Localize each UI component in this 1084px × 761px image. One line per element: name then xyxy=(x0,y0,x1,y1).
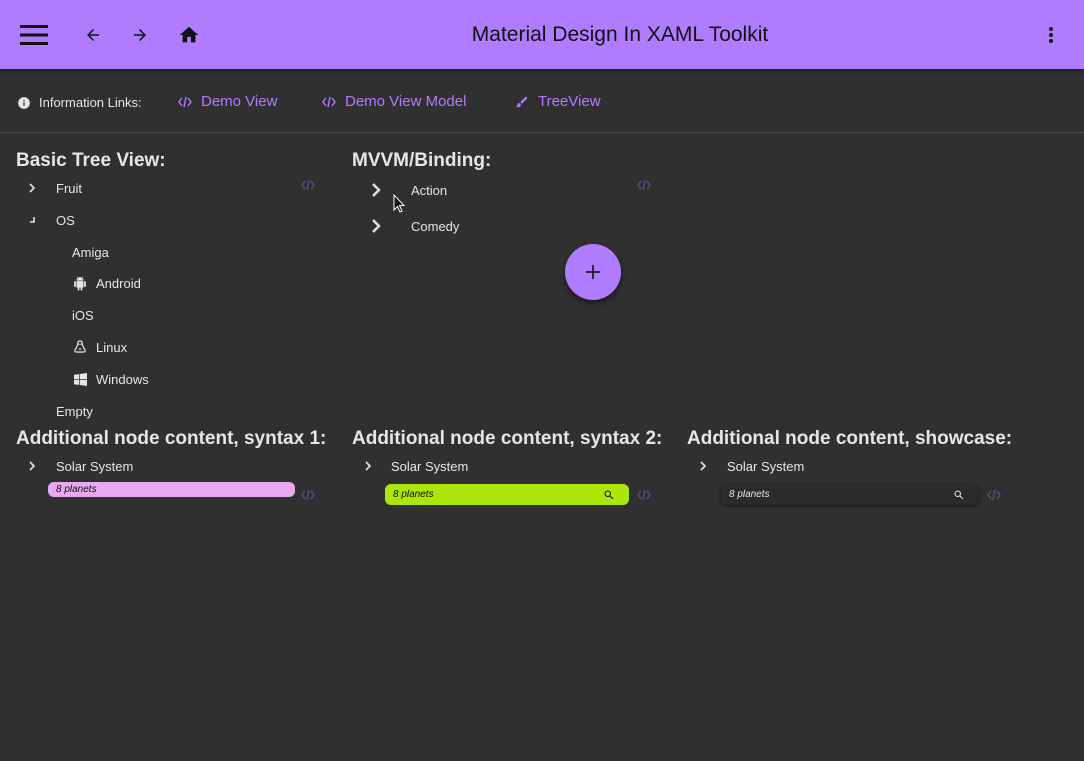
tree-item-windows-label: Windows xyxy=(96,371,149,387)
syntax1-title: Additional node content, syntax 1: xyxy=(16,428,327,449)
windows-icon xyxy=(72,371,88,387)
code-icon[interactable] xyxy=(636,489,652,501)
arrow-back-icon[interactable] xyxy=(80,0,106,69)
syntax1-solar-system[interactable]: Solar System xyxy=(56,456,133,476)
showcase-expand-icon[interactable] xyxy=(695,458,711,474)
code-icon xyxy=(322,96,336,107)
brush-icon xyxy=(516,96,528,107)
tree-item-os[interactable]: OS xyxy=(56,210,75,230)
showcase-solar-system[interactable]: Solar System xyxy=(727,456,804,476)
information-links-bar: Information Links: Demo View Demo View M… xyxy=(0,69,1084,133)
code-icon[interactable] xyxy=(986,489,1002,501)
showcase-title: Additional node content, showcase: xyxy=(687,428,1013,449)
search-icon[interactable] xyxy=(953,489,965,501)
tree-item-amiga[interactable]: Amiga xyxy=(72,242,109,262)
menu-icon[interactable] xyxy=(14,0,54,69)
syntax1-expand-icon[interactable] xyxy=(24,458,40,474)
os-collapse-icon[interactable] xyxy=(24,212,40,228)
syntax2-planets-pill: 8 planets xyxy=(385,484,629,505)
syntax2-planets-label: 8 planets xyxy=(393,489,434,500)
treeview-link-label: TreeView xyxy=(538,93,601,110)
tree-item-os-label: OS xyxy=(56,212,75,228)
tree-item-windows[interactable]: Windows xyxy=(72,369,149,389)
more-vert-icon[interactable] xyxy=(1038,0,1064,69)
action-expand-icon[interactable] xyxy=(368,182,384,198)
tree-item-linux-label: Linux xyxy=(96,339,128,355)
tree-item-linux[interactable]: Linux xyxy=(72,337,127,357)
syntax1-planets-pill: 8 planets xyxy=(48,482,295,497)
mouse-cursor-icon xyxy=(393,194,405,213)
syntax1-solar-system-label: Solar System xyxy=(56,458,134,474)
tree-item-comedy[interactable]: Comedy xyxy=(411,216,459,236)
information-label: Information Links: xyxy=(17,95,142,110)
home-icon[interactable] xyxy=(175,0,203,69)
syntax2-expand-icon[interactable] xyxy=(360,458,376,474)
search-icon[interactable] xyxy=(603,489,615,501)
syntax2-solar-system-label: Solar System xyxy=(391,458,469,474)
tree-item-ios[interactable]: iOS xyxy=(72,305,94,325)
linux-icon xyxy=(72,339,88,355)
tree-item-action-label: Action xyxy=(411,182,448,198)
fruit-expand-icon[interactable] xyxy=(24,180,40,196)
demo-view-link-label: Demo View xyxy=(201,93,278,110)
basic-tree-view-title: Basic Tree View: xyxy=(16,150,166,171)
android-icon xyxy=(72,275,88,291)
syntax2-solar-system[interactable]: Solar System xyxy=(391,456,468,476)
tree-item-comedy-label: Comedy xyxy=(411,218,460,234)
tree-item-action[interactable]: Action xyxy=(411,180,447,200)
code-icon[interactable] xyxy=(300,179,316,191)
mvvm-binding-title: MVVM/Binding: xyxy=(352,150,492,171)
demo-view-model-link-label: Demo View Model xyxy=(345,93,467,110)
info-icon xyxy=(18,96,30,109)
add-button[interactable] xyxy=(565,244,621,300)
demo-view-model-link[interactable]: Demo View Model xyxy=(322,93,466,110)
tree-item-fruit[interactable]: Fruit xyxy=(56,178,82,198)
tree-item-empty-label: Empty xyxy=(56,403,93,419)
code-icon xyxy=(178,96,192,107)
showcase-solar-system-label: Solar System xyxy=(727,458,805,474)
tree-item-fruit-label: Fruit xyxy=(56,180,82,196)
plus-icon xyxy=(586,265,600,279)
tree-item-ios-label: iOS xyxy=(72,307,94,323)
tree-item-empty[interactable]: Empty xyxy=(56,401,93,421)
information-label-text: Information Links: xyxy=(39,95,142,110)
demo-view-link[interactable]: Demo View xyxy=(178,93,277,110)
code-icon[interactable] xyxy=(636,179,652,191)
tree-item-android-label: Android xyxy=(96,275,141,291)
treeview-link[interactable]: TreeView xyxy=(515,93,601,110)
tree-item-amiga-label: Amiga xyxy=(72,244,109,260)
syntax1-planets-label: 8 planets xyxy=(56,484,97,495)
showcase-planets-pill: 8 planets xyxy=(721,484,979,505)
tree-item-android[interactable]: Android xyxy=(72,273,141,293)
arrow-forward-icon[interactable] xyxy=(127,0,153,69)
app-title: Material Design In XAML Toolkit xyxy=(471,22,769,46)
comedy-expand-icon[interactable] xyxy=(368,218,384,234)
code-icon[interactable] xyxy=(300,489,316,501)
app-bar: Material Design In XAML Toolkit xyxy=(0,0,1084,69)
showcase-planets-label: 8 planets xyxy=(729,489,770,500)
syntax2-title: Additional node content, syntax 2: xyxy=(352,428,663,449)
